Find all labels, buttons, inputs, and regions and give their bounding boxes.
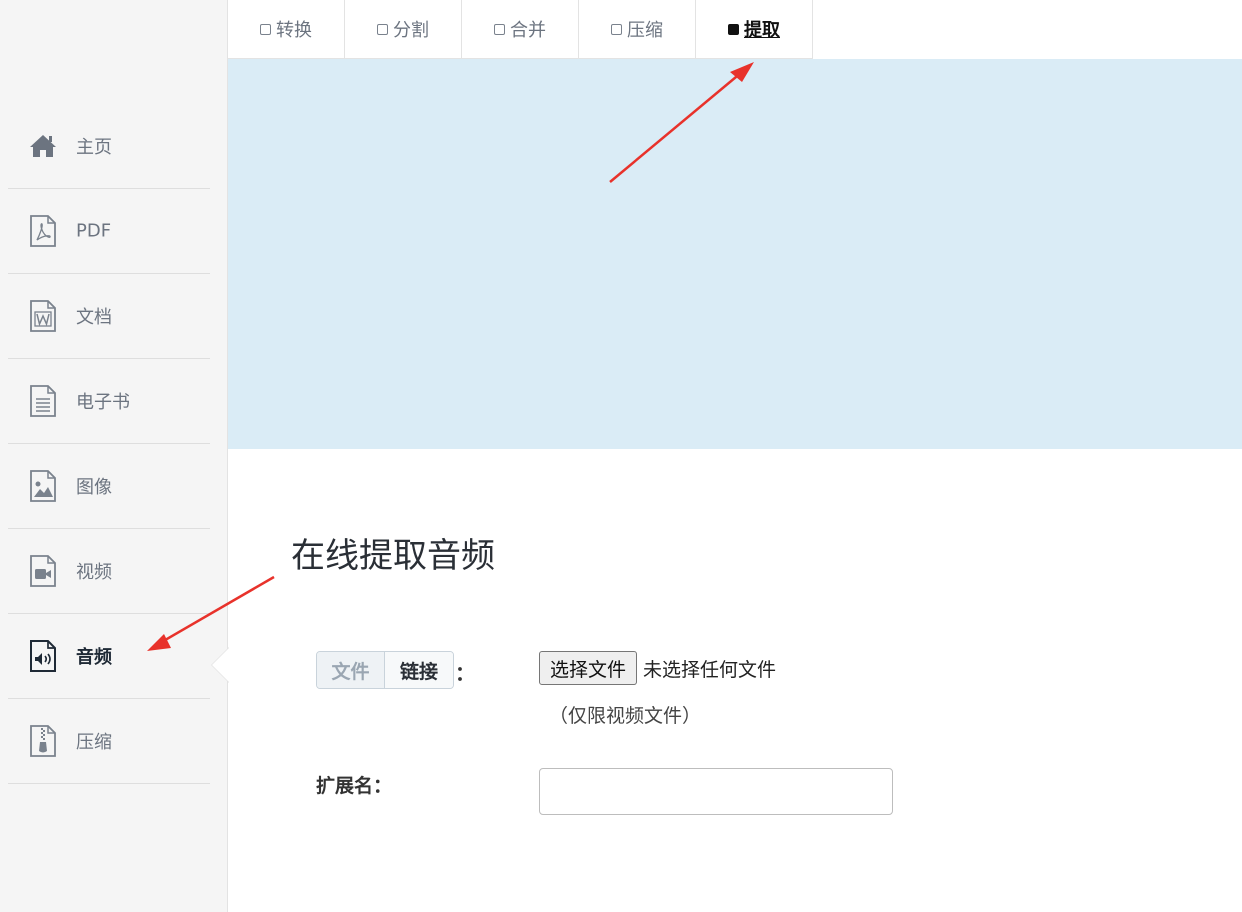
tab-label: 合并 [510, 20, 546, 41]
tab-label: 转换 [276, 20, 312, 41]
sidebar-item-label: 图像 [76, 477, 112, 498]
tab-convert[interactable]: 转换 [228, 0, 345, 59]
file-input: 选择文件 未选择任何文件 [539, 651, 776, 685]
tool-tabs: 转换 分割 合并 压缩 提取 [228, 0, 813, 59]
checkbox-icon [611, 23, 622, 35]
word-file-icon [30, 300, 56, 332]
checkbox-filled-icon [728, 23, 739, 35]
sidebar: 主页 PDF 文档 电子书 图像 视频 音频 压缩 [0, 0, 228, 912]
tab-extract[interactable]: 提取 [696, 0, 813, 59]
tab-compress[interactable]: 压缩 [579, 0, 696, 59]
source-link-button[interactable]: 链接 [385, 652, 453, 688]
sidebar-item-label: 文档 [76, 307, 112, 328]
active-pointer [212, 648, 229, 682]
sidebar-item-label: 视频 [76, 562, 112, 583]
source-colon: ： [455, 661, 475, 685]
sidebar-item-image[interactable]: 图像 [8, 444, 210, 529]
home-icon [30, 135, 56, 157]
sidebar-item-pdf[interactable]: PDF [8, 189, 210, 274]
extension-input[interactable] [539, 768, 893, 815]
sidebar-item-label: PDF [76, 220, 112, 242]
tab-merge[interactable]: 合并 [462, 0, 579, 59]
sidebar-item-home[interactable]: 主页 [8, 104, 210, 189]
video-file-icon [30, 555, 56, 587]
image-file-icon [30, 470, 56, 502]
checkbox-icon [494, 23, 505, 35]
page-title: 在线提取音频 [291, 536, 495, 576]
file-hint: （仅限视频文件） [549, 705, 702, 727]
sidebar-item-compress[interactable]: 压缩 [8, 699, 210, 784]
checkbox-icon [377, 23, 388, 35]
checkbox-icon [260, 23, 271, 35]
ebook-file-icon [30, 385, 56, 417]
tab-split[interactable]: 分割 [345, 0, 462, 59]
sidebar-item-label: 音频 [76, 647, 112, 668]
banner-area [228, 59, 1242, 449]
sidebar-item-video[interactable]: 视频 [8, 529, 210, 614]
source-toggle: 文件 链接 [316, 651, 454, 689]
sidebar-item-ebook[interactable]: 电子书 [8, 359, 210, 444]
extension-label: 扩展名： [316, 775, 393, 797]
sidebar-item-label: 压缩 [76, 732, 112, 753]
sidebar-item-document[interactable]: 文档 [8, 274, 210, 359]
tab-label: 提取 [744, 20, 780, 41]
sidebar-item-label: 电子书 [76, 392, 130, 413]
zip-file-icon [30, 725, 56, 757]
audio-file-icon [30, 640, 56, 672]
sidebar-item-audio[interactable]: 音频 [8, 614, 210, 699]
choose-file-button[interactable]: 选择文件 [539, 651, 638, 685]
pdf-file-icon [30, 215, 56, 247]
tab-label: 分割 [393, 20, 429, 41]
sidebar-item-label: 主页 [76, 137, 112, 158]
tab-label: 压缩 [627, 20, 663, 41]
source-file-button[interactable]: 文件 [317, 652, 385, 688]
file-status: 未选择任何文件 [643, 658, 777, 681]
